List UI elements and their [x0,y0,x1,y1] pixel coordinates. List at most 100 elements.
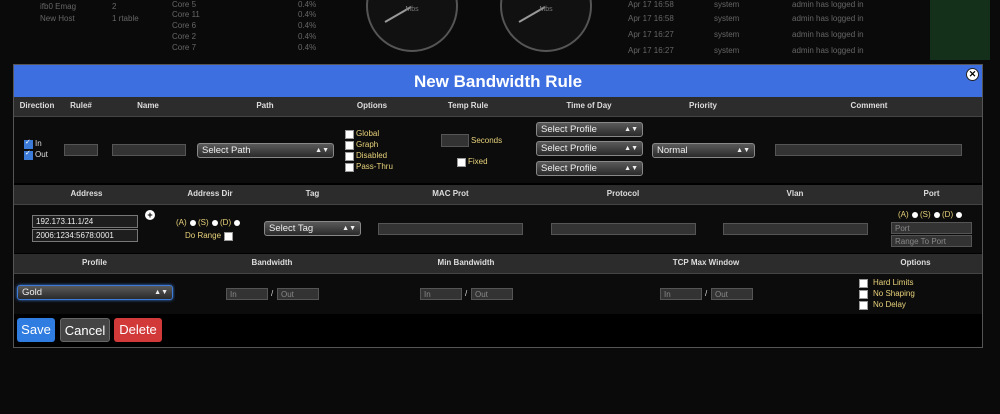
temp-rule-cell: Seconds Fixed [408,117,529,183]
time-of-day-select-3[interactable]: Select Profile ▲▼ [536,161,643,176]
col-options-3: Options [900,258,931,267]
name-input[interactable] [112,144,186,156]
option-passthru-checkbox[interactable] [345,163,354,172]
col-address: Address [70,189,103,198]
bg-log-msg: admin has logged in [792,14,864,23]
add-address-icon[interactable]: + [145,210,155,220]
col-mac-prot: MAC Prot [432,189,469,198]
profile-select[interactable]: Gold ▲▼ [17,285,173,300]
mac-prot-input[interactable] [378,223,523,235]
option-global-checkbox[interactable] [345,130,354,139]
protocol-input[interactable] [551,223,696,235]
col-address-dir: Address Dir [187,189,233,198]
col-direction: Direction [19,101,55,110]
port-s-radio[interactable] [934,212,940,218]
port-a-radio[interactable] [912,212,918,218]
col-protocol: Protocol [606,189,640,198]
bandwidth-rule-dialog: New Bandwidth Rule ✕ Direction Rule# Nam… [13,64,983,348]
port-input[interactable]: Port [891,222,972,234]
vlan-cell [709,205,882,253]
cancel-button[interactable]: Cancel [60,318,110,342]
vlan-input[interactable] [723,223,868,235]
no-shaping-checkbox[interactable] [859,290,868,299]
col-time-of-day: Time of Day [566,101,612,110]
min-bandwidth-out-input[interactable]: Out [471,288,513,300]
name-cell [102,117,195,183]
col-bandwidth: Bandwidth [251,258,293,267]
col-tag: Tag [305,189,320,198]
col-name: Name [137,101,159,110]
bg-core: Core 6 [172,21,197,30]
tcp-window-out-input[interactable]: Out [711,288,753,300]
address-input-1[interactable]: 192.173.11.1/24 [32,215,138,228]
port-a-label: (A) [898,210,909,219]
time-of-day-select-1[interactable]: Select Profile ▲▼ [536,122,643,137]
bg-log-msg: admin has logged in [792,46,864,55]
no-delay-checkbox[interactable] [859,301,868,310]
comment-input[interactable] [775,144,962,156]
bg-row: 2 [112,2,117,11]
do-range-label: Do Range [185,231,222,240]
port-d-label: (D) [942,210,954,219]
temp-rule-fixed-checkbox[interactable] [457,158,466,167]
priority-select[interactable]: Normal ▲▼ [652,143,755,158]
tag-cell: Select Tag ▲▼ [261,205,365,253]
save-button[interactable]: Save [17,318,55,342]
bg-log-user: system [714,0,740,9]
hard-limits-checkbox[interactable] [859,279,868,288]
chevron-down-icon: ▲▼ [624,145,638,152]
col-priority: Priority [688,101,717,110]
col-rule-number: Rule# [70,101,92,110]
bg-log-user: system [714,14,740,23]
bg-log-time: Apr 17 16:58 [628,0,674,9]
bg-log-time: Apr 17 16:27 [628,46,674,55]
addr-dir-s-radio[interactable] [212,220,218,226]
path-select[interactable]: Select Path ▲▼ [197,143,334,158]
bg-log-msg: admin has logged in [792,0,864,9]
direction-in-checkbox[interactable] [24,138,33,149]
bg-row: 1 rtable [112,14,139,23]
profile-cell: Gold ▲▼ [14,274,176,314]
option-disabled-label: Disabled [356,151,388,160]
bg-pct: 0.4% [298,43,317,52]
range-to-port-input[interactable]: Range To Port [891,235,972,247]
tag-select[interactable]: Select Tag ▲▼ [264,221,361,236]
chevron-down-icon: ▲▼ [154,289,168,296]
bandwidth-out-input[interactable]: Out [277,288,319,300]
section1-header: Direction Rule# Name Path Options Temp R… [14,97,982,117]
chevron-down-icon: ▲▼ [342,225,356,232]
address-dir-cell: (A) (S) (D) Do Range [159,205,262,253]
chevron-down-icon: ▲▼ [315,147,329,154]
mac-prot-cell [364,205,538,253]
dialog-title: New Bandwidth Rule [14,65,982,97]
path-cell: Select Path ▲▼ [194,117,337,183]
temp-rule-seconds-input[interactable] [441,134,469,147]
option-disabled-checkbox[interactable] [345,152,354,161]
bandwidth-in-input[interactable]: In [226,288,268,300]
temp-rule-seconds-label: Seconds [471,136,503,145]
min-bandwidth-cell: In / Out [369,274,564,314]
section3-header: Profile Bandwidth Min Bandwidth TCP Max … [14,254,982,274]
do-range-checkbox[interactable] [224,232,233,241]
time-of-day-select-2[interactable]: Select Profile ▲▼ [536,141,643,156]
direction-out-label: Out [35,150,48,159]
hard-limits-label: Hard Limits [873,278,914,287]
addr-dir-a-radio[interactable] [190,220,196,226]
direction-in-label: In [35,139,42,148]
rule-number-input[interactable] [64,144,98,156]
delete-button[interactable]: Delete [114,318,162,342]
port-d-radio[interactable] [956,212,962,218]
addr-dir-d-radio[interactable] [234,220,240,226]
options3-cell: Hard Limits No Shaping No Delay [849,274,982,314]
col-tcp-max-window: TCP Max Window [672,258,740,267]
close-icon[interactable]: ✕ [966,68,979,81]
address-input-2[interactable]: 2006:1234:5678:0001 [32,229,138,242]
tcp-window-in-input[interactable]: In [660,288,702,300]
address-cell: 192.173.11.1/24 2006:1234:5678:0001 + [14,205,160,253]
bg-core: Core 11 [172,10,200,19]
priority-cell: Normal ▲▼ [650,117,757,183]
min-bandwidth-in-input[interactable]: In [420,288,462,300]
direction-out-checkbox[interactable] [24,149,33,160]
bg-pct: 0.4% [298,10,317,19]
option-graph-checkbox[interactable] [345,141,354,150]
